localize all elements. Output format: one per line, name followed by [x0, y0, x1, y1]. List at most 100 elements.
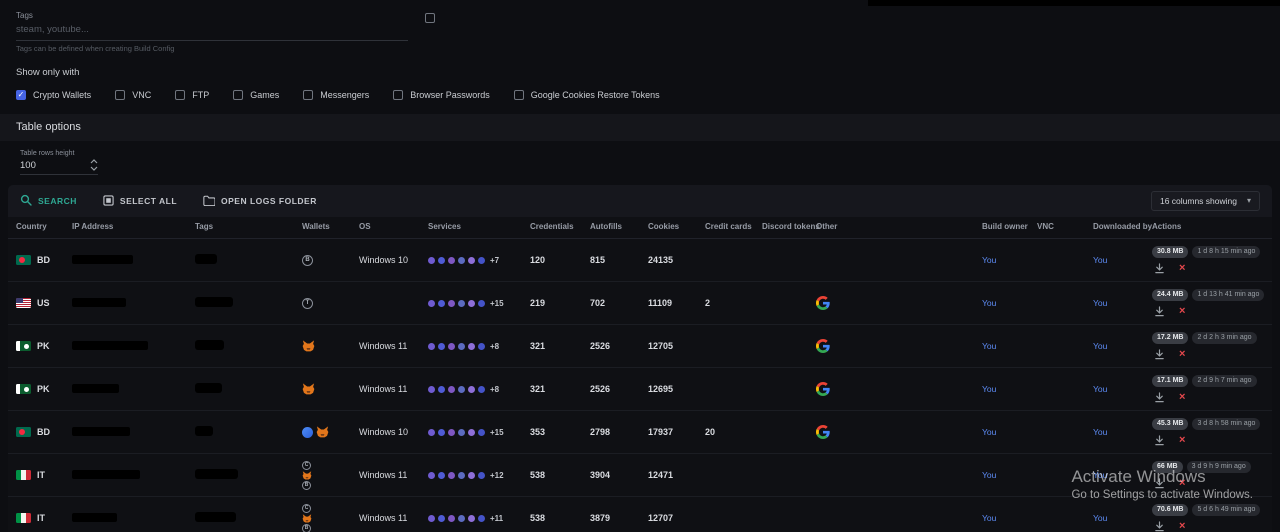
tags-input[interactable]: [16, 20, 408, 41]
column-header-cookies[interactable]: Cookies: [648, 222, 705, 231]
table-row[interactable]: US T +15 219 702 11109 2 You You 24.4 MB…: [8, 282, 1272, 325]
column-header-autofills[interactable]: Autofills: [590, 222, 648, 231]
checkbox-icon[interactable]: ✓: [16, 90, 26, 100]
column-header-os[interactable]: OS: [359, 222, 428, 231]
country-cell: IT: [16, 470, 72, 480]
autofills-cell: 2798: [590, 427, 648, 437]
column-header-other[interactable]: Other: [816, 222, 982, 231]
download-icon[interactable]: [1154, 478, 1165, 489]
table-row[interactable]: IT CB Windows 11 +12 538 3904 12471 You …: [8, 454, 1272, 497]
downloaded-by-link[interactable]: You: [1093, 255, 1152, 265]
table-row[interactable]: BD B Windows 10 +7 120 815 24135 You You…: [8, 239, 1272, 282]
delete-icon[interactable]: ×: [1179, 263, 1185, 274]
downloaded-by-link[interactable]: You: [1093, 427, 1152, 437]
download-icon[interactable]: [1154, 435, 1165, 446]
table-row[interactable]: PK Windows 11 +8 321 2526 12705 You You …: [8, 325, 1272, 368]
downloaded-by-link[interactable]: You: [1093, 470, 1152, 480]
column-header-vnc[interactable]: VNC: [1037, 222, 1093, 231]
delete-icon[interactable]: ×: [1179, 478, 1185, 489]
service-icon: [448, 300, 455, 307]
delete-icon[interactable]: ×: [1179, 392, 1185, 403]
wallets-cell: [302, 383, 359, 395]
filter-checkbox-item[interactable]: Google Cookies Restore Tokens: [514, 90, 660, 100]
services-overflow-count: +8: [490, 342, 499, 351]
cookies-cell: 12707: [648, 513, 705, 523]
column-header-actions[interactable]: Actions: [1152, 222, 1272, 231]
column-header-credit-cards[interactable]: Credit cards: [705, 222, 762, 231]
services-overflow-count: +12: [490, 471, 504, 480]
column-header-services[interactable]: Services: [428, 222, 530, 231]
column-header-downloaded-by[interactable]: Downloaded by: [1093, 222, 1152, 231]
filter-checkbox-item[interactable]: ✓ Crypto Wallets: [16, 90, 91, 100]
chevron-down-icon: ▾: [1247, 197, 1251, 205]
filter-checkbox-item[interactable]: VNC: [115, 90, 151, 100]
redacted-ip: [72, 513, 117, 522]
column-header-discord-tokens[interactable]: Discord tokens: [762, 222, 816, 231]
checkbox-icon[interactable]: [514, 90, 524, 100]
service-icon: [478, 515, 485, 522]
google-icon: [816, 296, 982, 310]
checkbox-icon[interactable]: [115, 90, 125, 100]
tags-cell: [195, 383, 302, 395]
column-header-ip-address[interactable]: IP Address: [72, 222, 195, 231]
service-icon: [448, 429, 455, 436]
column-header-credentials[interactable]: Credentials: [530, 222, 590, 231]
checkbox-icon[interactable]: [393, 90, 403, 100]
rows-height-stepper[interactable]: Table rows height 100: [20, 150, 98, 175]
wallets-cell: CB: [302, 461, 359, 490]
filter-checkbox-item[interactable]: Games: [233, 90, 279, 100]
downloaded-by-link[interactable]: You: [1093, 341, 1152, 351]
search-button[interactable]: SEARCH: [20, 194, 77, 208]
select-all-button[interactable]: SELECT ALL: [103, 195, 177, 208]
service-icon: [468, 257, 475, 264]
delete-icon[interactable]: ×: [1179, 521, 1185, 532]
columns-dropdown[interactable]: 16 columns showing ▾: [1151, 191, 1260, 211]
services-overflow-count: +8: [490, 385, 499, 394]
other-cell: [816, 339, 982, 353]
download-icon[interactable]: [1154, 349, 1165, 360]
table-row[interactable]: BD Windows 10 +15 353 2798 17937 20 You …: [8, 411, 1272, 454]
checkbox-icon[interactable]: [175, 90, 185, 100]
open-logs-folder-button[interactable]: OPEN LOGS FOLDER: [203, 195, 317, 208]
column-header-build-owner[interactable]: Build owner: [982, 222, 1037, 231]
stepper-down-icon[interactable]: [90, 166, 98, 171]
column-header-country[interactable]: Country: [16, 222, 72, 231]
delete-icon[interactable]: ×: [1179, 349, 1185, 360]
checkbox-icon[interactable]: [233, 90, 243, 100]
filter-checkbox-item[interactable]: Messengers: [303, 90, 369, 100]
top-checkbox[interactable]: [425, 13, 435, 23]
redacted-ip: [72, 341, 148, 350]
checkbox-icon[interactable]: [303, 90, 313, 100]
build-owner-link[interactable]: You: [982, 427, 1037, 437]
service-icon: [448, 515, 455, 522]
column-header-wallets[interactable]: Wallets: [302, 222, 359, 231]
filter-checkbox-item[interactable]: Browser Passwords: [393, 90, 490, 100]
downloaded-by-link[interactable]: You: [1093, 298, 1152, 308]
column-header-tags[interactable]: Tags: [195, 222, 302, 231]
build-owner-link[interactable]: You: [982, 298, 1037, 308]
build-owner-link[interactable]: You: [982, 255, 1037, 265]
tags-helper-text: Tags can be defined when creating Build …: [16, 44, 408, 53]
filter-checkbox-item[interactable]: FTP: [175, 90, 209, 100]
actions-cell: 45.3 MB 3 d 8 h 58 min ago ×: [1152, 418, 1272, 447]
delete-icon[interactable]: ×: [1179, 306, 1185, 317]
google-icon: [816, 382, 982, 396]
downloaded-by-link[interactable]: You: [1093, 384, 1152, 394]
table-row[interactable]: IT CB Windows 11 +11 538 3879 12707 You …: [8, 497, 1272, 532]
build-owner-link[interactable]: You: [982, 384, 1037, 394]
build-owner-link[interactable]: You: [982, 470, 1037, 480]
stepper-up-icon[interactable]: [90, 159, 98, 164]
folder-icon: [203, 195, 215, 208]
search-label: SEARCH: [38, 196, 77, 206]
delete-icon[interactable]: ×: [1179, 435, 1185, 446]
download-icon[interactable]: [1154, 306, 1165, 317]
service-icon: [448, 472, 455, 479]
downloaded-by-link[interactable]: You: [1093, 513, 1152, 523]
build-owner-link[interactable]: You: [982, 341, 1037, 351]
services-overflow-count: +7: [490, 256, 499, 265]
download-icon[interactable]: [1154, 521, 1165, 532]
table-row[interactable]: PK Windows 11 +8 321 2526 12695 You You …: [8, 368, 1272, 411]
download-icon[interactable]: [1154, 263, 1165, 274]
download-icon[interactable]: [1154, 392, 1165, 403]
build-owner-link[interactable]: You: [982, 513, 1037, 523]
